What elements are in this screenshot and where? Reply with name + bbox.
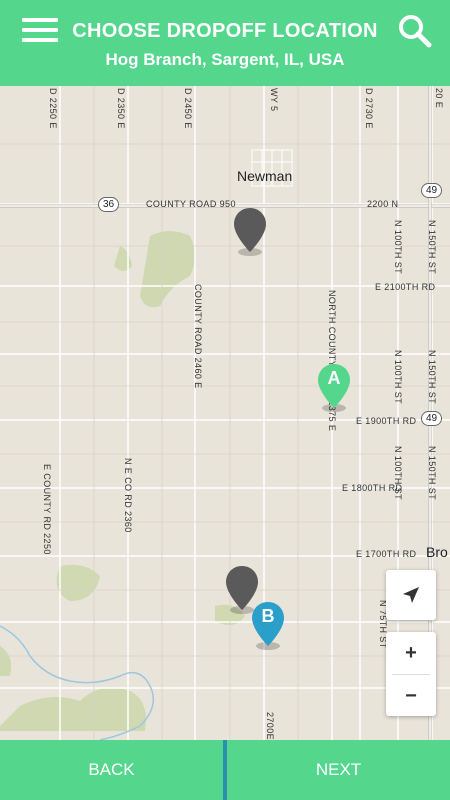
footer-bar: BACK NEXT	[0, 740, 450, 800]
location-subtitle: Hog Branch, Sargent, IL, USA	[105, 50, 345, 69]
back-button[interactable]: BACK	[0, 740, 223, 800]
search-icon[interactable]	[396, 12, 434, 50]
road-label: E COUNTY RD 2250	[42, 464, 52, 555]
next-button[interactable]: NEXT	[227, 740, 450, 800]
route-shield: 36	[98, 197, 120, 212]
road-label: 2200 N	[367, 199, 399, 209]
road-label: D 2730 E	[364, 88, 374, 129]
road-label: N 150TH ST	[427, 220, 437, 275]
app-header: CHOOSE DROPOFF LOCATION Hog Branch, Sarg…	[0, 0, 450, 86]
map-view[interactable]: D 2250 E D 2350 E D 2450 E WY 5 D 2730 E…	[0, 86, 450, 740]
road-label: N 150TH ST	[427, 446, 437, 501]
pin-b-letter: B	[261, 606, 275, 626]
road-label: E 2100TH RD	[375, 282, 436, 292]
zoom-in-button[interactable]: +	[386, 632, 436, 674]
zoom-controls: + −	[386, 632, 436, 716]
road-label: WY 5	[269, 88, 279, 112]
road-label: COUNTY ROAD 2460 E	[193, 284, 203, 389]
road-label: E 1800TH RD	[342, 483, 403, 493]
road-label: COUNTY ROAD 950	[146, 199, 236, 209]
town-label: Bro	[426, 544, 448, 560]
road-label: E 1700TH RD	[356, 549, 417, 559]
route-shield: 49	[421, 183, 443, 198]
road-label: 20 E	[434, 88, 444, 109]
hamburger-menu-icon[interactable]	[22, 18, 58, 46]
road-label: D 2250 E	[48, 88, 58, 129]
road-label: N 100TH ST	[393, 220, 403, 275]
navigation-arrow-icon	[403, 587, 419, 603]
map-pin-b[interactable]: B	[250, 600, 286, 652]
road-label: D 2450 E	[183, 88, 193, 129]
page-title: CHOOSE DROPOFF LOCATION	[72, 20, 378, 42]
map-pin-gray[interactable]	[232, 206, 268, 258]
route-shield: 49	[421, 411, 443, 426]
map-pin-a[interactable]: A	[316, 362, 352, 414]
road-label: E 1900TH RD	[356, 416, 417, 426]
town-label: Newman	[237, 168, 293, 184]
road-label: 2700E	[265, 712, 275, 740]
zoom-out-button[interactable]: −	[386, 675, 436, 717]
my-location-button[interactable]	[386, 570, 436, 620]
road-label: N 100TH ST	[393, 350, 403, 405]
road-label: N 150TH ST	[427, 350, 437, 405]
pin-a-letter: A	[327, 368, 341, 388]
road-label: N E CO RD 2360	[123, 458, 133, 533]
road-label: D 2350 E	[116, 88, 126, 129]
